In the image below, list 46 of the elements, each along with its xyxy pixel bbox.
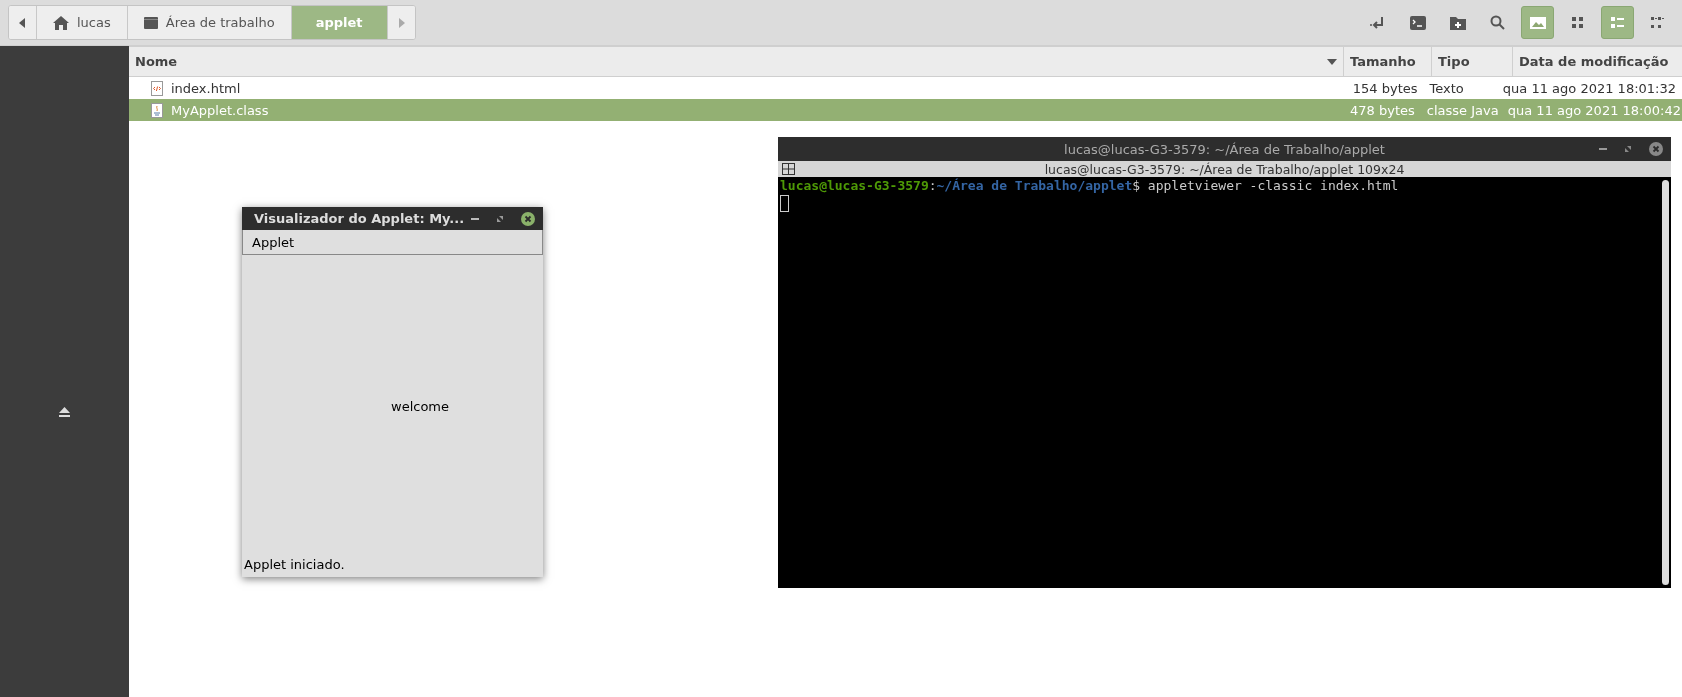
- back-button[interactable]: [9, 6, 37, 39]
- new-folder-icon: [1449, 15, 1466, 30]
- list-view-icon: [1611, 17, 1624, 28]
- column-header[interactable]: Data de modificação: [1513, 47, 1682, 76]
- applet-text: welcome: [391, 398, 449, 414]
- file-type: Texto: [1429, 80, 1464, 96]
- file-name: MyApplet.class: [171, 102, 269, 118]
- terminal-line: lucas@lucas-G3-3579:~/Área de Trabalho/applet$ appletviewer -classic index.html: [780, 178, 1400, 193]
- sort-arrow-icon: [1327, 58, 1337, 65]
- modified-date: qua 11 ago 2021 18:00:42: [1507, 102, 1681, 118]
- compact-list-icon: [1651, 17, 1664, 28]
- maximize-icon[interactable]: [1625, 146, 1631, 152]
- terminal-icon: [1409, 15, 1426, 30]
- home-icon: [53, 15, 69, 30]
- eject-icon[interactable]: [59, 406, 70, 417]
- image-icon: [1529, 16, 1546, 29]
- close-icon[interactable]: [521, 211, 535, 226]
- tab-menu-icon[interactable]: [782, 163, 795, 175]
- column-header[interactable]: Tipo: [1432, 47, 1513, 76]
- right-arrow-icon: [397, 17, 405, 28]
- file-type: classe Java: [1426, 102, 1499, 118]
- java-file-icon: [151, 102, 163, 118]
- menu-item[interactable]: Applet: [252, 234, 295, 250]
- list-view-button[interactable]: [1601, 6, 1634, 39]
- folder-icon: [143, 16, 158, 29]
- modified-date: qua 11 ago 2021 18:01:32: [1502, 80, 1676, 96]
- window-title: Visualizador do Applet: My...: [254, 211, 465, 226]
- grid-icon: [1572, 17, 1583, 28]
- window-title: lucas@lucas-G3-3579: ~/Área de Trabalho/applet: [1064, 141, 1385, 157]
- column-header[interactable]: Tamanho: [1344, 47, 1432, 76]
- search-icon: [1490, 15, 1505, 30]
- file-row[interactable]: index.html 154 bytes Texto qua 11 ago 2021 18:01:32: [129, 77, 1682, 99]
- maximize-icon[interactable]: [497, 215, 503, 222]
- close-icon[interactable]: [1649, 142, 1663, 156]
- file-size: 478 bytes: [1350, 102, 1415, 118]
- file-size: 154 bytes: [1352, 80, 1418, 96]
- file-name: index.html: [171, 80, 241, 96]
- thumbnails-button[interactable]: [1521, 6, 1554, 39]
- column-header[interactable]: Nome: [129, 47, 1344, 76]
- return-arrow-icon: [1369, 15, 1386, 30]
- status-text: Applet iniciado.: [244, 557, 345, 572]
- left-arrow-icon: [19, 17, 26, 28]
- scrollbar[interactable]: [1662, 180, 1669, 585]
- html-file-icon: [151, 80, 163, 96]
- minimize-icon[interactable]: [471, 217, 479, 220]
- text-cursor: [780, 195, 789, 212]
